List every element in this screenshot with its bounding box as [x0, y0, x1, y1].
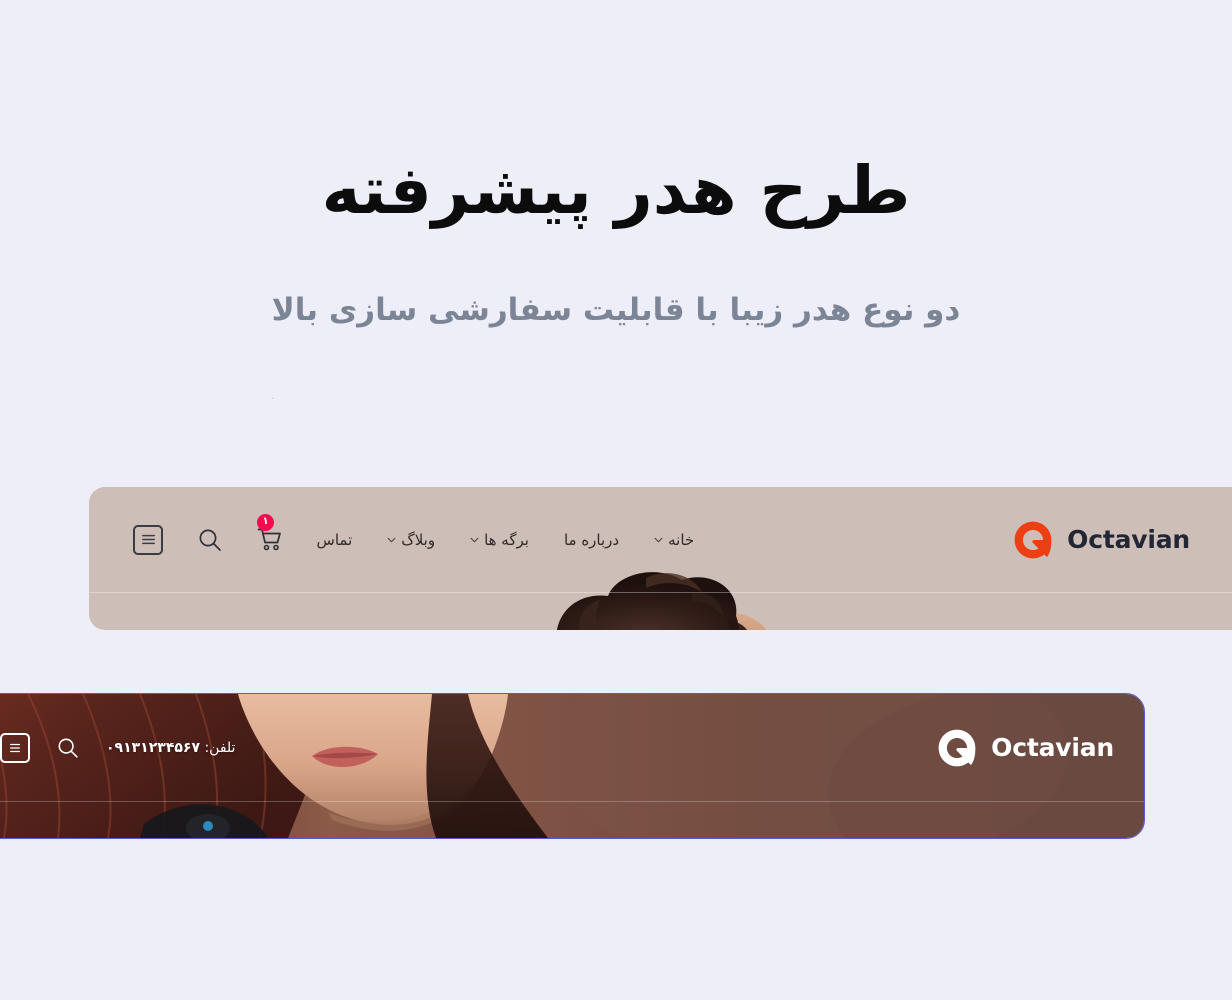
- nav-item-label: درباره ما: [563, 530, 620, 549]
- header-one-divider: [89, 592, 1232, 593]
- nav-item-pages[interactable]: برگه ها: [470, 531, 529, 549]
- brand-name: Octavian: [1067, 525, 1190, 554]
- search-icon[interactable]: [197, 527, 223, 553]
- hamburger-menu-icon[interactable]: [0, 732, 30, 763]
- page-title: طرح هدر پیشرفته: [321, 152, 911, 229]
- nav-item-label: تماس: [316, 530, 353, 549]
- nav-item-home[interactable]: خانه: [654, 531, 694, 549]
- chevron-down-icon: [387, 537, 396, 542]
- cart-count-badge: ۱: [257, 513, 274, 531]
- page-subtitle: دو نوع هدر زیبا با قابلیت سفارشی سازی با…: [271, 291, 961, 328]
- brand-logo[interactable]: Octavian: [1012, 519, 1190, 561]
- shopping-cart-icon[interactable]: ۱: [257, 513, 283, 553]
- nav-item-label: وبلاگ: [401, 530, 436, 549]
- main-navigation: خانه درباره ما برگه ها وبلاگ تماس: [317, 531, 695, 549]
- phone-label: تلفن:: [204, 739, 236, 756]
- search-icon[interactable]: [56, 736, 80, 760]
- stray-dot: .: [271, 389, 275, 402]
- hero-section: طرح هدر پیشرفته دو نوع هدر زیبا با قابلی…: [0, 0, 1232, 332]
- nav-item-label: خانه: [668, 530, 695, 549]
- header-two-bar: Octavian تلفن: ۰۹۱۳۱۲۳۴۵۶۷: [0, 694, 1144, 801]
- brand-name: Octavian: [991, 733, 1114, 762]
- phone-number: ۰۹۱۳۱۲۳۴۵۶۷: [106, 739, 200, 756]
- header-two-divider: [0, 801, 1144, 802]
- chevron-down-icon: [654, 537, 663, 542]
- chevron-down-icon: [470, 537, 479, 542]
- nav-item-blog[interactable]: وبلاگ: [387, 531, 435, 549]
- header-one-bar: Octavian خانه درباره ما برگه ها وبلاگ تم…: [89, 487, 1232, 592]
- brand-logo[interactable]: Octavian: [936, 727, 1114, 769]
- octavian-q-logo-icon: [1014, 521, 1052, 558]
- nav-item-contact[interactable]: تماس: [317, 531, 353, 549]
- header-one-actions: ۱: [133, 513, 283, 555]
- header-two-actions: تلفن: ۰۹۱۳۱۲۳۴۵۶۷: [0, 732, 235, 763]
- hamburger-lines-icon: [141, 534, 155, 545]
- octavian-q-logo-icon: [938, 729, 976, 766]
- hamburger-lines-icon: [10, 743, 20, 752]
- phone-number-display[interactable]: تلفن: ۰۹۱۳۱۲۳۴۵۶۷: [106, 740, 235, 756]
- nav-item-about[interactable]: درباره ما: [564, 531, 619, 549]
- hamburger-menu-icon[interactable]: [133, 524, 163, 555]
- header-variant-two: Octavian تلفن: ۰۹۱۳۱۲۳۴۵۶۷: [0, 693, 1145, 839]
- nav-item-label: برگه ها: [484, 530, 529, 549]
- header-variant-one: Octavian خانه درباره ما برگه ها وبلاگ تم…: [89, 487, 1232, 630]
